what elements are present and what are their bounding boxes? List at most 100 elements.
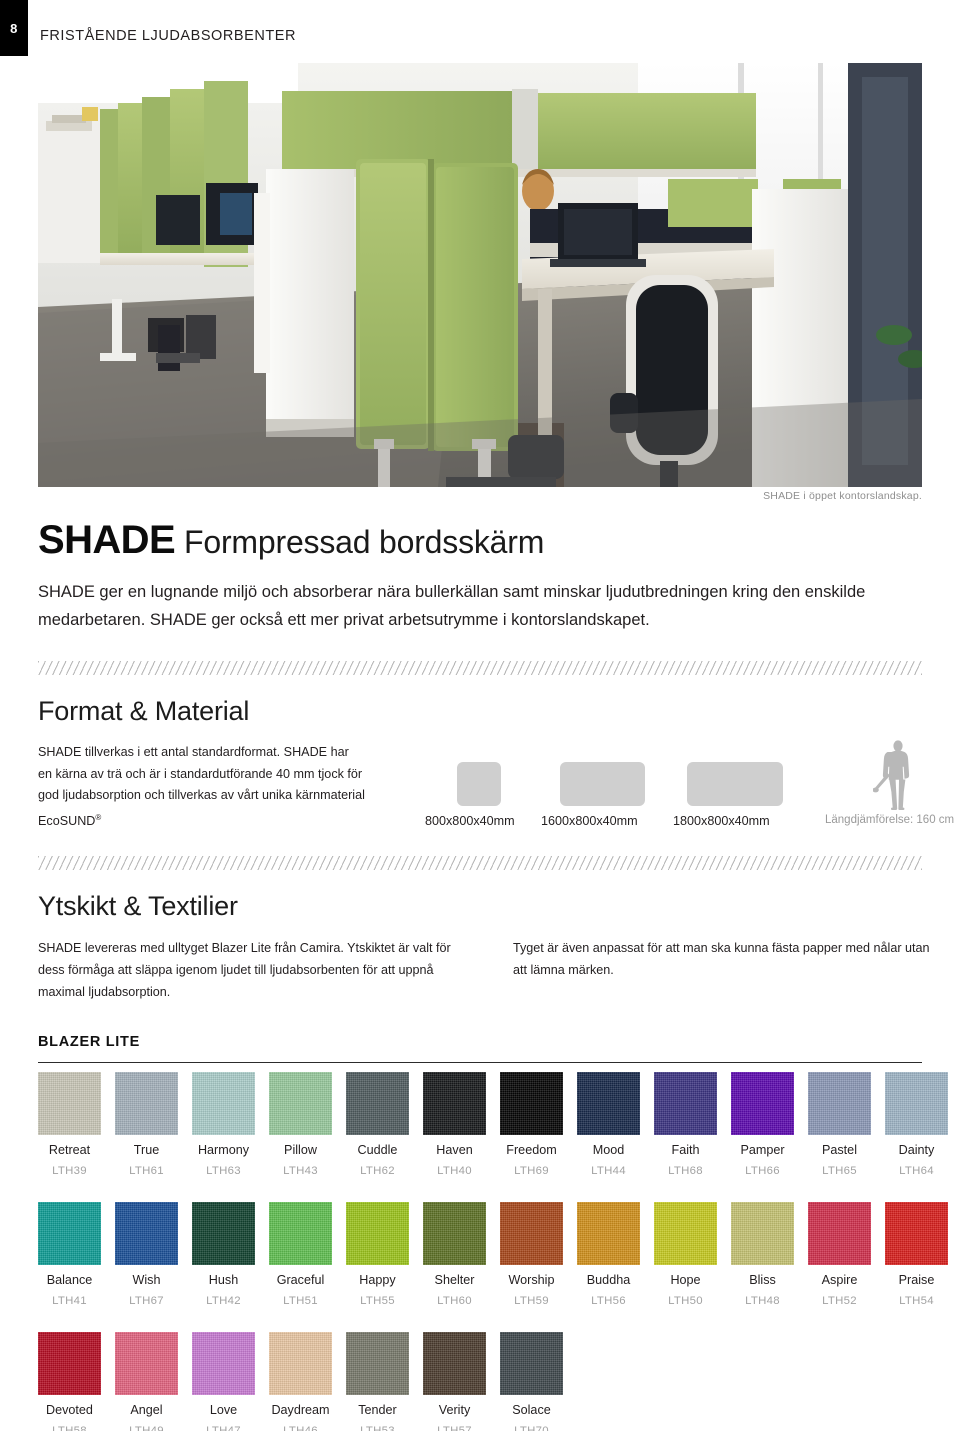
- swatch-color-chip[interactable]: [423, 1332, 486, 1395]
- swatch-color-chip[interactable]: [577, 1072, 640, 1135]
- swatch-code-label: LTH41: [52, 1295, 87, 1307]
- swatch-cell[interactable]: Worship LTH59: [500, 1202, 563, 1307]
- swatch-cell[interactable]: Pastel LTH65: [808, 1072, 871, 1177]
- swatch-color-chip[interactable]: [500, 1072, 563, 1135]
- swatch-color-chip[interactable]: [269, 1332, 332, 1395]
- size-label-800: 800x800x40mm: [425, 814, 515, 828]
- product-subtitle: Formpressad bordsskärm: [184, 524, 545, 560]
- swatch-color-chip[interactable]: [38, 1202, 101, 1265]
- swatch-color-chip[interactable]: [731, 1072, 794, 1135]
- surface-text-right: Tyget är även anpassat för att man ska k…: [513, 941, 930, 977]
- swatch-cell[interactable]: Haven LTH40: [423, 1072, 486, 1177]
- swatch-color-chip[interactable]: [423, 1072, 486, 1135]
- swatch-code-label: LTH66: [745, 1165, 780, 1177]
- swatch-cell[interactable]: Shelter LTH60: [423, 1202, 486, 1307]
- swatch-code-label: LTH49: [129, 1425, 164, 1431]
- hero-caption: SHADE i öppet kontorslandskap.: [763, 490, 922, 502]
- swatch-code-label: LTH69: [514, 1165, 549, 1177]
- swatch-cell[interactable]: Pamper LTH66: [731, 1072, 794, 1177]
- swatch-cell[interactable]: Hush LTH42: [192, 1202, 255, 1307]
- swatch-color-chip[interactable]: [192, 1202, 255, 1265]
- scale-comparison-label: Längdjämförelse: 160 cm: [825, 814, 955, 826]
- swatch-cell[interactable]: Devoted LTH58: [38, 1332, 101, 1431]
- swatch-code-label: LTH64: [899, 1165, 934, 1177]
- swatch-name-label: Cuddle: [357, 1143, 398, 1157]
- swatch-color-chip[interactable]: [115, 1202, 178, 1265]
- swatch-name-label: Retreat: [48, 1143, 91, 1157]
- swatch-color-chip[interactable]: [346, 1332, 409, 1395]
- swatch-cell[interactable]: Graceful LTH51: [269, 1202, 332, 1307]
- swatch-color-chip[interactable]: [192, 1072, 255, 1135]
- swatch-cell[interactable]: Harmony LTH63: [192, 1072, 255, 1177]
- swatch-name-label: True: [133, 1143, 160, 1157]
- swatch-cell[interactable]: Hope LTH50: [654, 1202, 717, 1307]
- swatch-code-label: LTH51: [283, 1295, 318, 1307]
- swatch-name-label: Verity: [438, 1403, 471, 1417]
- swatch-cell[interactable]: Wish LTH67: [115, 1202, 178, 1307]
- swatch-color-chip[interactable]: [346, 1072, 409, 1135]
- swatch-code-label: LTH53: [360, 1425, 395, 1431]
- swatch-code-label: LTH52: [822, 1295, 857, 1307]
- swatch-cell[interactable]: Aspire LTH52: [808, 1202, 871, 1307]
- swatch-cell[interactable]: Balance LTH41: [38, 1202, 101, 1307]
- swatch-color-chip[interactable]: [38, 1332, 101, 1395]
- swatch-cell[interactable]: Verity LTH57: [423, 1332, 486, 1431]
- swatch-cell[interactable]: Bliss LTH48: [731, 1202, 794, 1307]
- swatch-cell[interactable]: Dainty LTH64: [885, 1072, 948, 1177]
- swatch-color-chip[interactable]: [654, 1202, 717, 1265]
- swatch-cell[interactable]: Daydream LTH46: [269, 1332, 332, 1431]
- swatch-name-label: Faith: [671, 1143, 700, 1157]
- swatch-color-chip[interactable]: [346, 1202, 409, 1265]
- swatch-code-label: LTH43: [283, 1165, 318, 1177]
- swatch-name-label: Wish: [132, 1273, 161, 1287]
- surface-section-heading: Ytskikt & Textilier: [38, 891, 238, 921]
- swatch-color-chip[interactable]: [269, 1202, 332, 1265]
- swatch-name-label: Mood: [592, 1143, 625, 1157]
- page-header: 8 FRISTÅENDE LJUDABSORBENTER: [0, 0, 960, 56]
- swatch-cell[interactable]: Solace LTH70: [500, 1332, 563, 1431]
- swatch-cell[interactable]: Buddha LTH56: [577, 1202, 640, 1307]
- swatch-cell[interactable]: Pillow LTH43: [269, 1072, 332, 1177]
- swatch-cell[interactable]: Tender LTH53: [346, 1332, 409, 1431]
- swatch-name-label: Solace: [512, 1403, 551, 1417]
- swatch-name-label: Buddha: [586, 1273, 631, 1287]
- swatch-color-chip[interactable]: [115, 1072, 178, 1135]
- swatch-code-label: LTH68: [668, 1165, 703, 1177]
- swatch-color-chip[interactable]: [38, 1072, 101, 1135]
- swatch-cell[interactable]: True LTH61: [115, 1072, 178, 1177]
- swatch-color-chip[interactable]: [500, 1202, 563, 1265]
- swatch-color-chip[interactable]: [808, 1202, 871, 1265]
- swatch-cell[interactable]: Retreat LTH39: [38, 1072, 101, 1177]
- swatch-cell[interactable]: Angel LTH49: [115, 1332, 178, 1431]
- swatch-color-chip[interactable]: [654, 1072, 717, 1135]
- office-scene-illustration: [38, 63, 922, 487]
- swatch-color-chip[interactable]: [577, 1202, 640, 1265]
- swatch-color-chip[interactable]: [192, 1332, 255, 1395]
- format-section-body: SHADE tillverkas i ett antal standardfor…: [38, 742, 438, 832]
- blazer-lite-title: BLAZER LITE: [38, 1034, 140, 1050]
- swatch-color-chip[interactable]: [500, 1332, 563, 1395]
- swatch-name-label: Daydream: [271, 1403, 330, 1417]
- swatch-code-label: LTH62: [360, 1165, 395, 1177]
- swatch-cell[interactable]: Cuddle LTH62: [346, 1072, 409, 1177]
- swatch-color-chip[interactable]: [269, 1072, 332, 1135]
- swatch-code-label: LTH60: [437, 1295, 472, 1307]
- swatch-color-chip[interactable]: [808, 1072, 871, 1135]
- surface-text-left: SHADE levereras med ulltyget Blazer Lite…: [38, 941, 451, 999]
- swatch-cell[interactable]: Love LTH47: [192, 1332, 255, 1431]
- person-scale-figure: [872, 740, 910, 810]
- swatch-color-chip[interactable]: [731, 1202, 794, 1265]
- swatch-cell[interactable]: Faith LTH68: [654, 1072, 717, 1177]
- size-shape-1600: [560, 762, 645, 806]
- product-brand: SHADE: [38, 518, 176, 562]
- format-body-line-2: en kärna av trä och är i standardutföran…: [38, 766, 363, 781]
- swatch-cell[interactable]: Mood LTH44: [577, 1072, 640, 1177]
- swatch-cell[interactable]: Happy LTH55: [346, 1202, 409, 1307]
- swatch-color-chip[interactable]: [115, 1332, 178, 1395]
- swatch-color-chip[interactable]: [423, 1202, 486, 1265]
- swatch-cell[interactable]: Freedom LTH69: [500, 1072, 563, 1177]
- swatch-color-chip[interactable]: [885, 1202, 948, 1265]
- swatch-cell[interactable]: Praise LTH54: [885, 1202, 948, 1307]
- swatch-code-label: LTH55: [360, 1295, 395, 1307]
- swatch-color-chip[interactable]: [885, 1072, 948, 1135]
